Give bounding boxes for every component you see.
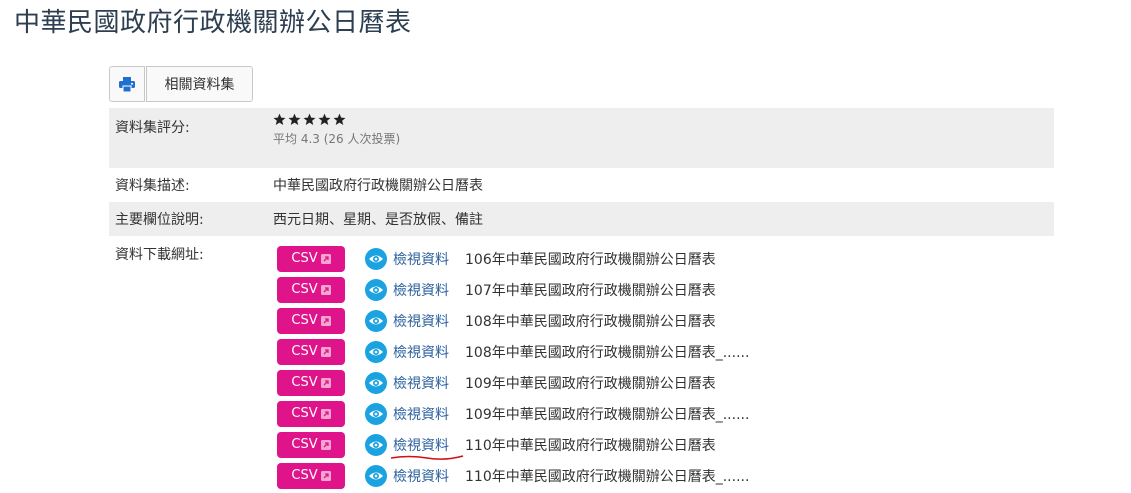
view-data-label[interactable]: 檢視資料: [393, 466, 449, 486]
csv-format-label: CSV: [291, 406, 318, 421]
related-datasets-button[interactable]: 相關資料集: [146, 66, 253, 102]
description-row: 資料集描述: 中華民國政府行政機關辦公日曆表: [109, 168, 1054, 202]
description-label: 資料集描述:: [115, 178, 190, 194]
fields-label: 主要欄位說明:: [115, 212, 204, 228]
view-data-label[interactable]: 檢視資料: [393, 311, 449, 331]
download-item: CSV 檢視資料 108年中華民國政府行政機關辦公日曆表_......: [273, 336, 749, 367]
star-icon[interactable]: [273, 113, 286, 126]
csv-format-label: CSV: [291, 468, 318, 483]
rating-label: 資料集評分:: [115, 120, 190, 136]
eye-icon: [365, 309, 387, 332]
download-list: CSV 檢視資料 106年中華民國政府行政機關辦公日曆表 CSV 檢視資料 10…: [273, 236, 749, 493]
rating-stars[interactable]: [273, 113, 400, 126]
csv-download-button[interactable]: CSV: [277, 400, 345, 427]
star-icon[interactable]: [303, 113, 316, 126]
download-item: CSV 檢視資料 107年中華民國政府行政機關辦公日曆表: [273, 274, 749, 305]
download-item: CSV 檢視資料 108年中華民國政府行政機關辦公日曆表: [273, 305, 749, 336]
dataset-info-table: 資料集評分: 平均 4.3 (26 人次投票) 資料集描述: 中華民國政府行政機…: [109, 108, 1054, 493]
csv-format-label: CSV: [291, 251, 318, 266]
download-item: CSV 檢視資料 106年中華民國政府行政機關辦公日曆表: [273, 243, 749, 274]
eye-icon: [365, 278, 387, 301]
view-data-link[interactable]: 檢視資料: [365, 371, 449, 394]
fields-value: 西元日期、星期、是否放假、備註: [273, 212, 483, 228]
eye-icon: [365, 402, 387, 425]
rating-row: 資料集評分: 平均 4.3 (26 人次投票): [109, 108, 1054, 168]
download-item: CSV 檢視資料 110年中華民國政府行政機關辦公日曆表_......: [273, 460, 749, 491]
star-icon[interactable]: [333, 113, 346, 126]
view-data-label[interactable]: 檢視資料: [393, 404, 449, 424]
star-icon[interactable]: [288, 113, 301, 126]
csv-download-button[interactable]: CSV: [277, 276, 345, 303]
print-button[interactable]: [109, 66, 145, 102]
fields-row: 主要欄位說明: 西元日期、星期、是否放假、備註: [109, 202, 1054, 236]
csv-format-label: CSV: [291, 282, 318, 297]
star-icon[interactable]: [318, 113, 331, 126]
page-title: 中華民國政府行政機關辦公日曆表: [14, 8, 412, 38]
view-data-label[interactable]: 檢視資料: [393, 249, 449, 269]
downloads-label: 資料下載網址:: [115, 247, 204, 263]
external-link-icon: [320, 377, 331, 388]
eye-icon: [365, 433, 387, 456]
csv-format-label: CSV: [291, 437, 318, 452]
csv-format-label: CSV: [291, 313, 318, 328]
csv-download-button[interactable]: CSV: [277, 431, 345, 458]
download-name: 109年中華民國政府行政機關辦公日曆表_......: [465, 406, 750, 423]
csv-download-button[interactable]: CSV: [277, 338, 345, 365]
download-item: CSV 檢視資料 109年中華民國政府行政機關辦公日曆表_......: [273, 398, 749, 429]
csv-download-button[interactable]: CSV: [277, 369, 345, 396]
view-data-label[interactable]: 檢視資料: [390, 435, 464, 460]
view-data-link[interactable]: 檢視資料: [365, 433, 464, 460]
view-data-link[interactable]: 檢視資料: [365, 278, 449, 301]
download-name: 110年中華民國政府行政機關辦公日曆表: [465, 437, 716, 454]
view-data-label[interactable]: 檢視資料: [393, 342, 449, 362]
download-name: 108年中華民國政府行政機關辦公日曆表_......: [465, 344, 750, 361]
csv-format-label: CSV: [291, 344, 318, 359]
external-link-icon: [320, 315, 331, 326]
downloads-row: 資料下載網址: CSV 檢視資料 106年中華民國政府行政機關辦公日曆表 CSV: [109, 236, 1054, 493]
download-item: CSV 檢視資料 110年中華民國政府行政機關辦公日曆表: [273, 429, 749, 460]
view-data-link[interactable]: 檢視資料: [365, 247, 449, 270]
external-link-icon: [320, 253, 331, 264]
red-underline-annotation: [390, 454, 464, 460]
eye-icon: [365, 371, 387, 394]
download-name: 108年中華民國政府行政機關辦公日曆表: [465, 313, 716, 330]
external-link-icon: [320, 346, 331, 357]
external-link-icon: [320, 439, 331, 450]
view-data-label[interactable]: 檢視資料: [393, 280, 449, 300]
eye-icon: [365, 340, 387, 363]
download-name: 107年中華民國政府行政機關辦公日曆表: [465, 282, 716, 299]
eye-icon: [365, 464, 387, 487]
csv-format-label: CSV: [291, 375, 318, 390]
rating-summary: 平均 4.3 (26 人次投票): [273, 132, 401, 146]
external-link-icon: [320, 470, 331, 481]
view-data-link[interactable]: 檢視資料: [365, 464, 449, 487]
csv-download-button[interactable]: CSV: [277, 245, 345, 272]
download-name: 109年中華民國政府行政機關辦公日曆表: [465, 375, 716, 392]
view-data-link[interactable]: 檢視資料: [365, 402, 449, 425]
eye-icon: [365, 247, 387, 270]
view-data-label[interactable]: 檢視資料: [393, 373, 449, 393]
external-link-icon: [320, 284, 331, 295]
toolbar: 相關資料集: [109, 66, 253, 102]
download-name: 110年中華民國政府行政機關辦公日曆表_......: [465, 468, 750, 485]
external-link-icon: [320, 408, 331, 419]
csv-download-button[interactable]: CSV: [277, 462, 345, 489]
description-value: 中華民國政府行政機關辦公日曆表: [273, 178, 483, 194]
view-data-link[interactable]: 檢視資料: [365, 340, 449, 363]
view-data-link[interactable]: 檢視資料: [365, 309, 449, 332]
csv-download-button[interactable]: CSV: [277, 307, 345, 334]
rating-value: 平均 4.3 (26 人次投票): [273, 108, 400, 168]
download-name: 106年中華民國政府行政機關辦公日曆表: [465, 251, 716, 268]
download-item: CSV 檢視資料 109年中華民國政府行政機關辦公日曆表: [273, 367, 749, 398]
printer-icon: [119, 76, 135, 92]
